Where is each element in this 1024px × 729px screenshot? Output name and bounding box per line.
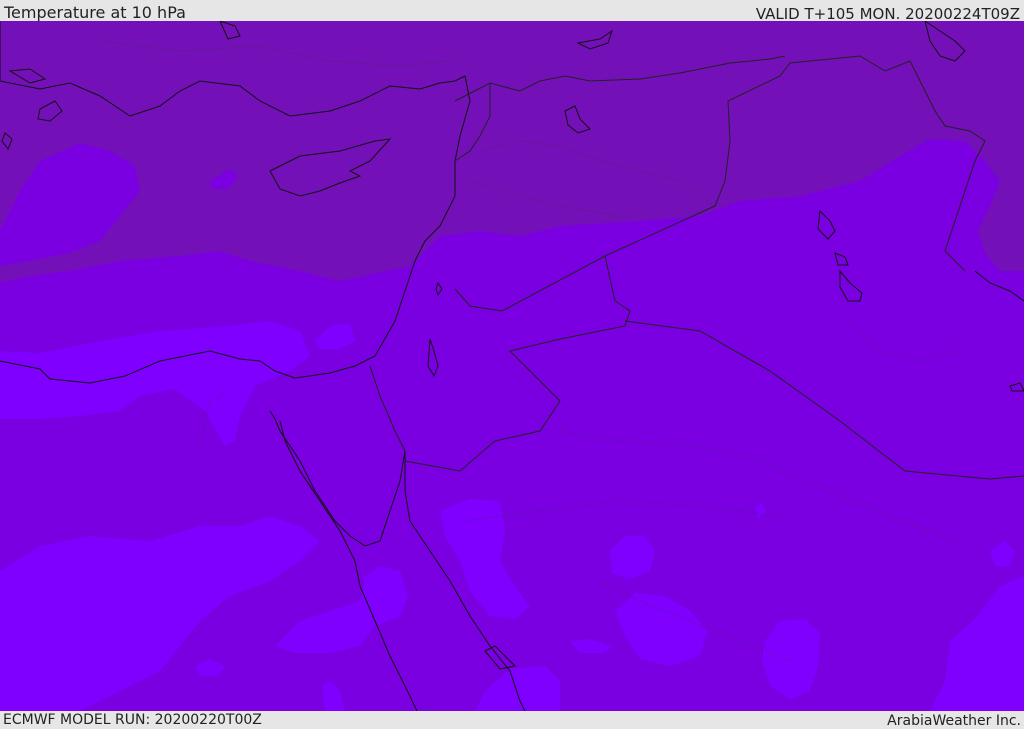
footer-bar: ECMWF MODEL RUN: 20200220T00Z ArabiaWeat… [0, 711, 1024, 729]
temperature-map [0, 21, 1024, 711]
header-bar: Temperature at 10 hPa VALID T+105 MON. 2… [0, 0, 1024, 23]
map-title: Temperature at 10 hPa [4, 3, 186, 22]
model-run: ECMWF MODEL RUN: 20200220T00Z [3, 712, 262, 728]
credit: ArabiaWeather Inc. [887, 713, 1021, 729]
